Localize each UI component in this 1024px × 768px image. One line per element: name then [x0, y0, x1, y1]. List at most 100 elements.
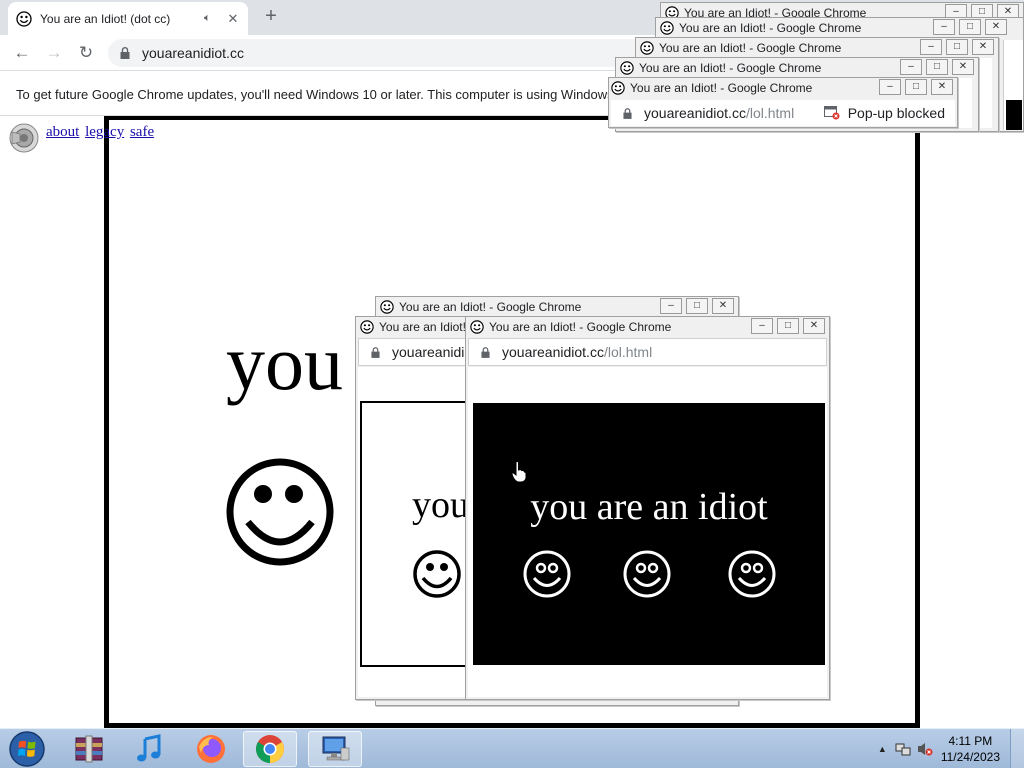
popup-title: You are an Idiot! - Google Chrome: [639, 61, 822, 75]
hand-cursor-icon: [511, 461, 527, 483]
smiley-favicon-icon: [360, 320, 374, 334]
close-button[interactable]: ✕: [985, 19, 1007, 35]
minimize-button[interactable]: –: [660, 298, 682, 314]
smiley-favicon-icon: [640, 41, 654, 55]
safe-link[interactable]: safe: [130, 124, 154, 140]
popup-title: You are an Idiot! - Google Chrome: [679, 21, 862, 35]
infobar-text: To get future Google Chrome updates, you…: [16, 87, 629, 102]
lock-icon: [623, 107, 632, 119]
big-smiley-icon: [226, 458, 334, 566]
minimize-button[interactable]: –: [751, 318, 773, 334]
address-url: youareanidiot.cc: [142, 45, 244, 61]
window-controls: – □ ✕: [879, 79, 953, 95]
lock-icon: [120, 47, 130, 59]
taskbar-chrome-app[interactable]: [243, 731, 297, 767]
show-hidden-icons-icon[interactable]: ▲: [878, 744, 887, 754]
clock-time: 4:11 PM: [948, 734, 993, 748]
about-link[interactable]: about: [46, 124, 79, 140]
close-button[interactable]: ✕: [712, 298, 734, 314]
smiley-icon: [728, 550, 776, 598]
lock-icon: [481, 346, 490, 358]
black-idiot-panel: you are an idiot: [473, 403, 825, 665]
tab-title: You are an Idiot! (dot cc): [40, 11, 171, 26]
popup-window[interactable]: You are an Idiot! - Google Chrome – □ ✕ …: [465, 316, 830, 700]
system-clock[interactable]: 4:11 PM 11/24/2023: [941, 733, 1000, 765]
close-button[interactable]: ✕: [952, 59, 974, 75]
system-tray: ▲ 4:11 PM 11/24/2023: [878, 729, 1024, 768]
network-icon[interactable]: [895, 741, 911, 757]
popup-url-partial: youareanidi: [392, 344, 465, 360]
archive-icon: [75, 735, 103, 763]
minimize-button[interactable]: –: [879, 79, 901, 95]
desktop-screen: You are an Idiot! (dot cc) 🔈︎ ✕ + ← → ↻ …: [0, 0, 1024, 768]
popup-address-bar[interactable]: youareanidiot.cc/lol.html Pop-up blocked: [611, 100, 955, 126]
taskbar-archive-app[interactable]: [62, 731, 116, 767]
minimize-button[interactable]: –: [933, 19, 955, 35]
popup-edge: [1003, 40, 1023, 130]
firefox-icon: [197, 735, 225, 763]
volume-muted-icon[interactable]: [917, 741, 933, 757]
smiley-favicon-icon: [380, 300, 394, 314]
back-arrow-icon[interactable]: ←: [10, 41, 34, 65]
new-tab-button[interactable]: +: [260, 5, 282, 27]
maximize-button[interactable]: □: [946, 39, 968, 55]
taskbar: ▲ 4:11 PM 11/24/2023: [0, 728, 1024, 768]
close-button[interactable]: ✕: [972, 39, 994, 55]
popup-title: You are an Idiot! - Google Chrome: [630, 81, 813, 95]
popup-blocked-text: Pop-up blocked: [847, 105, 945, 121]
window-controls: – □ ✕: [933, 19, 1007, 35]
popup-url-host: youareanidiot.cc: [644, 105, 746, 121]
big-you-text: you: [226, 319, 343, 406]
taskbar-computer-app[interactable]: [308, 731, 362, 767]
page-links: about legacy safe: [46, 124, 156, 141]
maximize-button[interactable]: □: [959, 19, 981, 35]
smiley-icon: [523, 550, 571, 598]
idiot-text-partial: you: [412, 484, 469, 526]
popup-address-bar[interactable]: youareanidiot.cc/lol.html: [468, 338, 827, 366]
black-content-edge: [1006, 100, 1022, 130]
popup-window[interactable]: You are an Idiot! - Google Chrome – □ ✕ …: [608, 77, 958, 128]
minimize-button[interactable]: –: [900, 59, 922, 75]
music-note-icon: [137, 734, 161, 762]
popup-title: You are an Idiot! - Google Chrome: [659, 41, 842, 55]
browser-tab[interactable]: You are an Idiot! (dot cc) 🔈︎ ✕: [8, 2, 248, 35]
minimize-button[interactable]: –: [920, 39, 942, 55]
clock-date: 11/24/2023: [940, 750, 1000, 764]
smiley-favicon-icon: [16, 10, 32, 27]
smiley-icon: [413, 550, 461, 598]
speaker-icon[interactable]: [8, 122, 40, 154]
window-controls: – □ ✕: [660, 298, 734, 314]
smiley-favicon-icon: [470, 320, 484, 334]
reload-icon[interactable]: ↻: [74, 41, 98, 65]
close-button[interactable]: ✕: [931, 79, 953, 95]
show-desktop-button[interactable]: [1010, 729, 1024, 768]
computer-icon: [322, 736, 350, 761]
popup-page: you are an idiot: [468, 367, 827, 697]
window-controls: – □ ✕: [920, 39, 994, 55]
smiley-favicon-icon: [611, 81, 625, 95]
windows-orb-icon: [9, 731, 45, 767]
maximize-button[interactable]: □: [926, 59, 948, 75]
window-controls: – □ ✕: [751, 318, 825, 334]
popup-title: You are an Idiot! - Google Chrome: [399, 300, 582, 314]
close-icon[interactable]: ✕: [226, 11, 240, 27]
legacy-link[interactable]: legacy: [85, 124, 124, 140]
taskbar-itunes-app[interactable]: [122, 731, 176, 767]
maximize-button[interactable]: □: [777, 318, 799, 334]
popup-blocked-icon: [823, 106, 840, 120]
smiley-favicon-icon: [620, 61, 634, 75]
address-bar[interactable]: youareanidiot.cc: [108, 39, 668, 67]
taskbar-firefox-app[interactable]: [184, 731, 238, 767]
popup-blocked-indicator[interactable]: Pop-up blocked: [823, 105, 945, 121]
start-button[interactable]: [2, 731, 52, 767]
maximize-button[interactable]: □: [905, 79, 927, 95]
chrome-icon: [256, 735, 284, 763]
popup-title: You are an Idiot! - Google Chrome: [489, 320, 672, 334]
popup-url-path: /lol.html: [603, 344, 653, 360]
speaker-icon[interactable]: 🔈︎: [204, 12, 216, 25]
lock-icon: [371, 346, 380, 358]
maximize-button[interactable]: □: [686, 298, 708, 314]
forward-arrow-icon[interactable]: →: [42, 41, 66, 65]
idiot-text: you are an idiot: [530, 486, 768, 528]
close-button[interactable]: ✕: [803, 318, 825, 334]
